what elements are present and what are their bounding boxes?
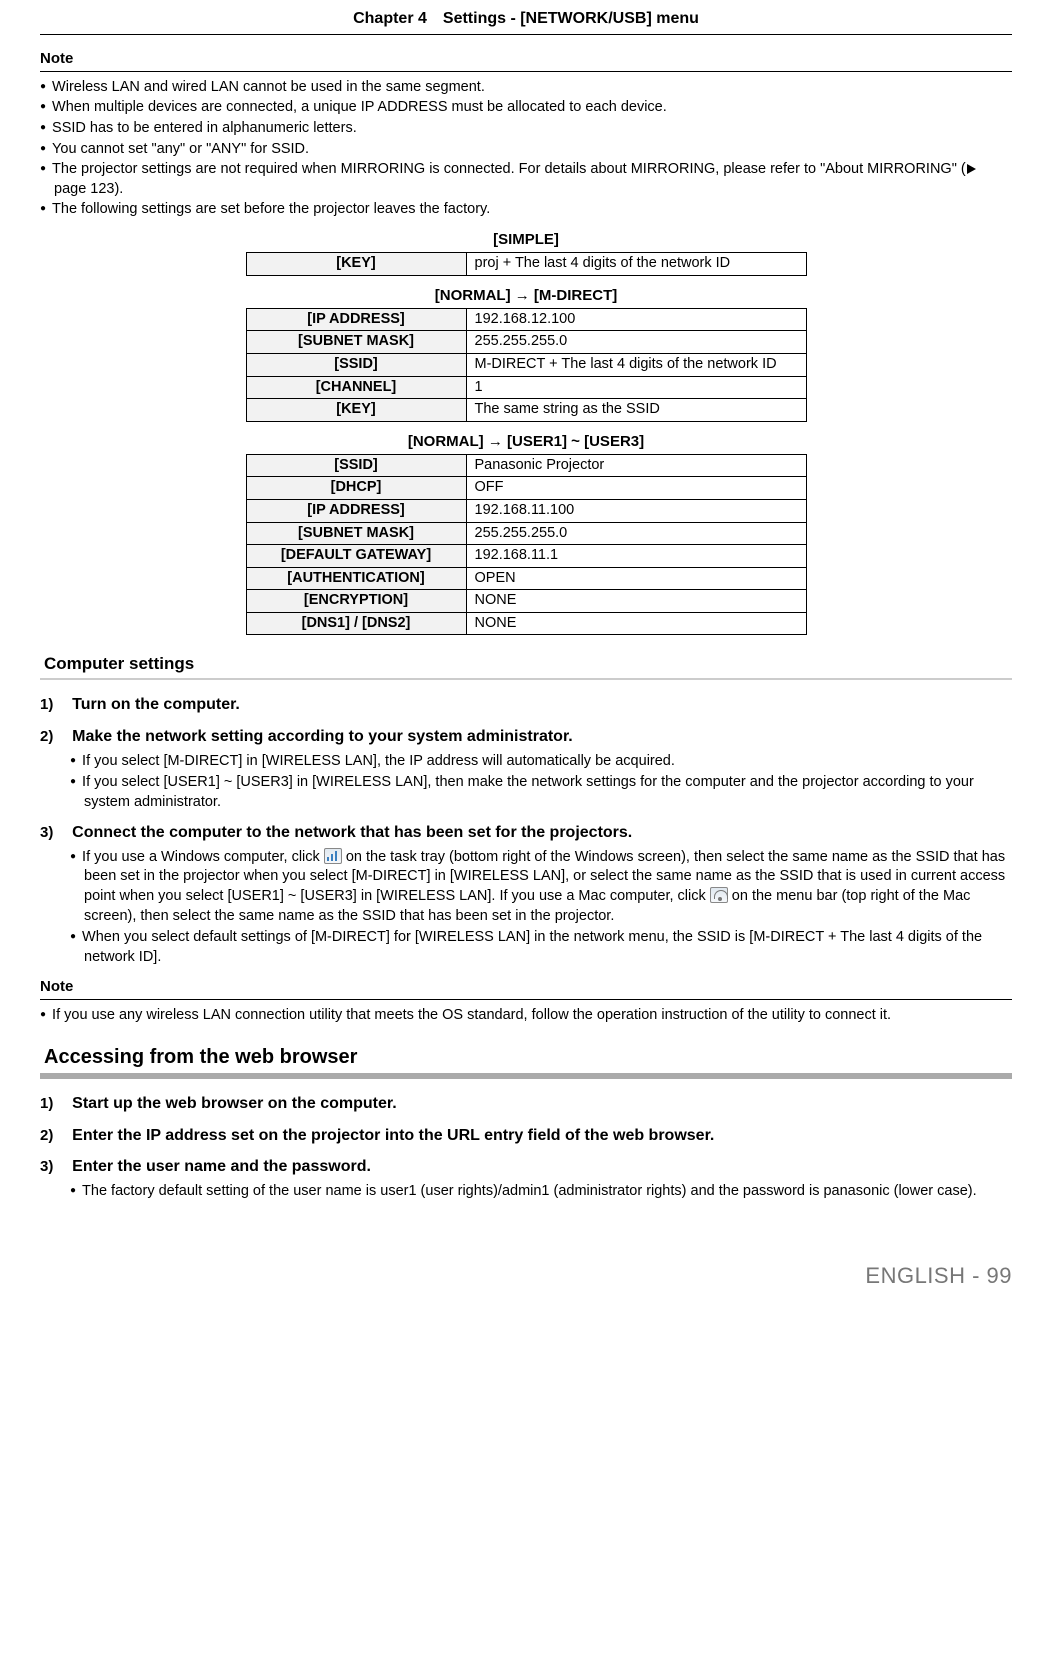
note-text: page 123). — [54, 181, 123, 197]
sub-item: If you use a Windows computer, click on … — [70, 848, 1012, 926]
note-text: The projector settings are not required … — [52, 161, 966, 177]
step: 1) Turn on the computer. — [40, 694, 1012, 716]
step-number: 3) — [40, 823, 68, 843]
table-val: NONE — [466, 612, 806, 635]
step: 3) Connect the computer to the network t… — [40, 822, 1012, 844]
table-key: [SSID] — [246, 454, 466, 477]
table-val: 192.168.12.100 — [466, 308, 806, 331]
table-val: 1 — [466, 376, 806, 399]
step-title: Enter the IP address set on the projecto… — [72, 1127, 714, 1144]
table-key: [DHCP] — [246, 477, 466, 500]
table-user: [SSID]Panasonic Projector [DHCP]OFF [IP … — [246, 454, 807, 636]
table-val: 255.255.255.0 — [466, 522, 806, 545]
table-val: proj + The last 4 digits of the network … — [466, 253, 806, 276]
step-sublist: If you use a Windows computer, click on … — [40, 848, 1012, 967]
table-simple: [KEY]proj + The last 4 digits of the net… — [246, 252, 807, 276]
note-item: The projector settings are not required … — [40, 160, 1012, 199]
sub-item: When you select default settings of [M-D… — [70, 928, 1012, 967]
table-val: M-DIRECT + The last 4 digits of the netw… — [466, 353, 806, 376]
mac-wifi-icon — [710, 887, 728, 903]
page-footer: ENGLISH - 99 — [40, 1261, 1012, 1291]
note-item: If you use any wireless LAN connection u… — [40, 1006, 1012, 1026]
note-label: Note — [40, 49, 1012, 72]
note-list-2: If you use any wireless LAN connection u… — [40, 1006, 1012, 1026]
step-number: 1) — [40, 1094, 68, 1114]
table-key: [CHANNEL] — [246, 376, 466, 399]
table-key: [DNS1] / [DNS2] — [246, 612, 466, 635]
table-key: [ENCRYPTION] — [246, 590, 466, 613]
table-title-simple: [SIMPLE] — [40, 230, 1012, 250]
step-title: Start up the web browser on the computer… — [72, 1095, 396, 1112]
note-label: Note — [40, 977, 1012, 1000]
table-key: [DEFAULT GATEWAY] — [246, 545, 466, 568]
table-val: 255.255.255.0 — [466, 331, 806, 354]
heading-computer-settings: Computer settings — [40, 653, 1012, 680]
step: 3) Enter the user name and the password. — [40, 1156, 1012, 1178]
note-item: Wireless LAN and wired LAN cannot be use… — [40, 78, 1012, 98]
step-number: 2) — [40, 1126, 68, 1146]
step-sublist: If you select [M-DIRECT] in [WIRELESS LA… — [40, 752, 1012, 813]
table-val: OFF — [466, 477, 806, 500]
table-key: [SSID] — [246, 353, 466, 376]
sub-item: The factory default setting of the user … — [70, 1182, 1012, 1202]
table-val: NONE — [466, 590, 806, 613]
sub-text: If you use a Windows computer, click — [82, 849, 324, 865]
step-sublist: The factory default setting of the user … — [40, 1182, 1012, 1202]
table-val: The same string as the SSID — [466, 399, 806, 422]
sub-item: If you select [M-DIRECT] in [WIRELESS LA… — [70, 752, 1012, 772]
step-title: Turn on the computer. — [72, 696, 240, 713]
step-title: Connect the computer to the network that… — [72, 824, 632, 841]
sub-item: If you select [USER1] ~ [USER3] in [WIRE… — [70, 773, 1012, 812]
page-header: Chapter 4 Settings - [NETWORK/USB] menu — [40, 0, 1012, 35]
table-key: [IP ADDRESS] — [246, 308, 466, 331]
table-mdirect: [IP ADDRESS]192.168.12.100 [SUBNET MASK]… — [246, 308, 807, 422]
table-key: [SUBNET MASK] — [246, 522, 466, 545]
step: 1) Start up the web browser on the compu… — [40, 1093, 1012, 1115]
heading-accessing-web: Accessing from the web browser — [40, 1044, 1012, 1079]
note-item: When multiple devices are connected, a u… — [40, 98, 1012, 118]
table-val: 192.168.11.1 — [466, 545, 806, 568]
step-number: 2) — [40, 727, 68, 747]
step: 2) Enter the IP address set on the proje… — [40, 1125, 1012, 1147]
table-val: OPEN — [466, 567, 806, 590]
table-val: Panasonic Projector — [466, 454, 806, 477]
table-key: [AUTHENTICATION] — [246, 567, 466, 590]
arrow-right-icon — [967, 164, 976, 174]
table-key: [IP ADDRESS] — [246, 500, 466, 523]
note-item: You cannot set "any" or "ANY" for SSID. — [40, 140, 1012, 160]
table-title-user: [NORMAL] → [USER1] ~ [USER3] — [40, 432, 1012, 452]
table-key: [KEY] — [246, 399, 466, 422]
note-list-1: Wireless LAN and wired LAN cannot be use… — [40, 78, 1012, 220]
table-key: [SUBNET MASK] — [246, 331, 466, 354]
step-title: Enter the user name and the password. — [72, 1158, 371, 1175]
table-title-mdirect: [NORMAL] → [M-DIRECT] — [40, 286, 1012, 306]
step-number: 1) — [40, 695, 68, 715]
step: 2) Make the network setting according to… — [40, 726, 1012, 748]
step-number: 3) — [40, 1157, 68, 1177]
table-val: 192.168.11.100 — [466, 500, 806, 523]
table-key: [KEY] — [246, 253, 466, 276]
windows-network-icon — [324, 848, 342, 864]
step-title: Make the network setting according to yo… — [72, 728, 573, 745]
note-item: SSID has to be entered in alphanumeric l… — [40, 119, 1012, 139]
note-item: The following settings are set before th… — [40, 200, 1012, 220]
